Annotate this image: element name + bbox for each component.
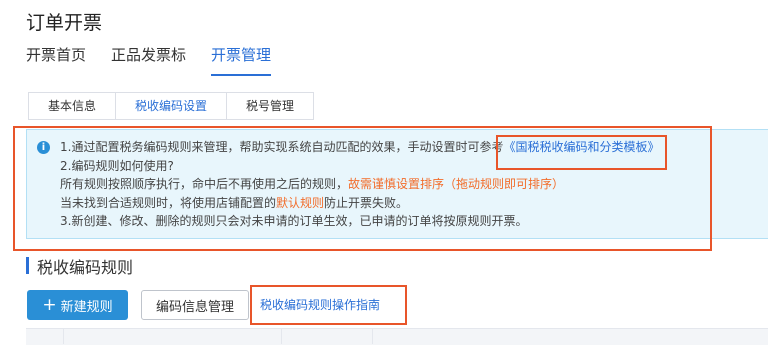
tab-invoice-management[interactable]: 开票管理 bbox=[211, 44, 272, 76]
code-info-management-button[interactable]: 编码信息管理 bbox=[141, 290, 249, 320]
main-tabs: 开票首页 正品发票标 开票管理 bbox=[26, 44, 296, 76]
plus-icon: + bbox=[42, 294, 57, 315]
rules-table-header bbox=[26, 328, 768, 345]
section-title-bar bbox=[26, 257, 29, 274]
table-column-divider bbox=[372, 328, 373, 344]
table-column-divider bbox=[63, 328, 64, 344]
new-rule-button[interactable]: + 新建规则 bbox=[27, 290, 128, 320]
highlight-box-template-link bbox=[496, 135, 667, 170]
section-title: 税收编码规则 bbox=[37, 258, 134, 277]
subtab-tax-code-settings[interactable]: 税收编码设置 bbox=[115, 92, 228, 120]
new-rule-label: 新建规则 bbox=[60, 299, 113, 315]
highlight-box-guide bbox=[250, 285, 407, 325]
subtab-basic-info[interactable]: 基本信息 bbox=[28, 92, 117, 120]
sub-tabs: 基本信息 税收编码设置 税号管理 bbox=[28, 92, 315, 120]
table-column-divider bbox=[281, 328, 282, 344]
tab-invoice-home[interactable]: 开票首页 bbox=[26, 44, 86, 76]
page-title: 订单开票 bbox=[26, 12, 103, 34]
subtab-tax-id-management[interactable]: 税号管理 bbox=[226, 92, 315, 120]
tab-genuine-invoice[interactable]: 正品发票标 bbox=[111, 44, 186, 76]
